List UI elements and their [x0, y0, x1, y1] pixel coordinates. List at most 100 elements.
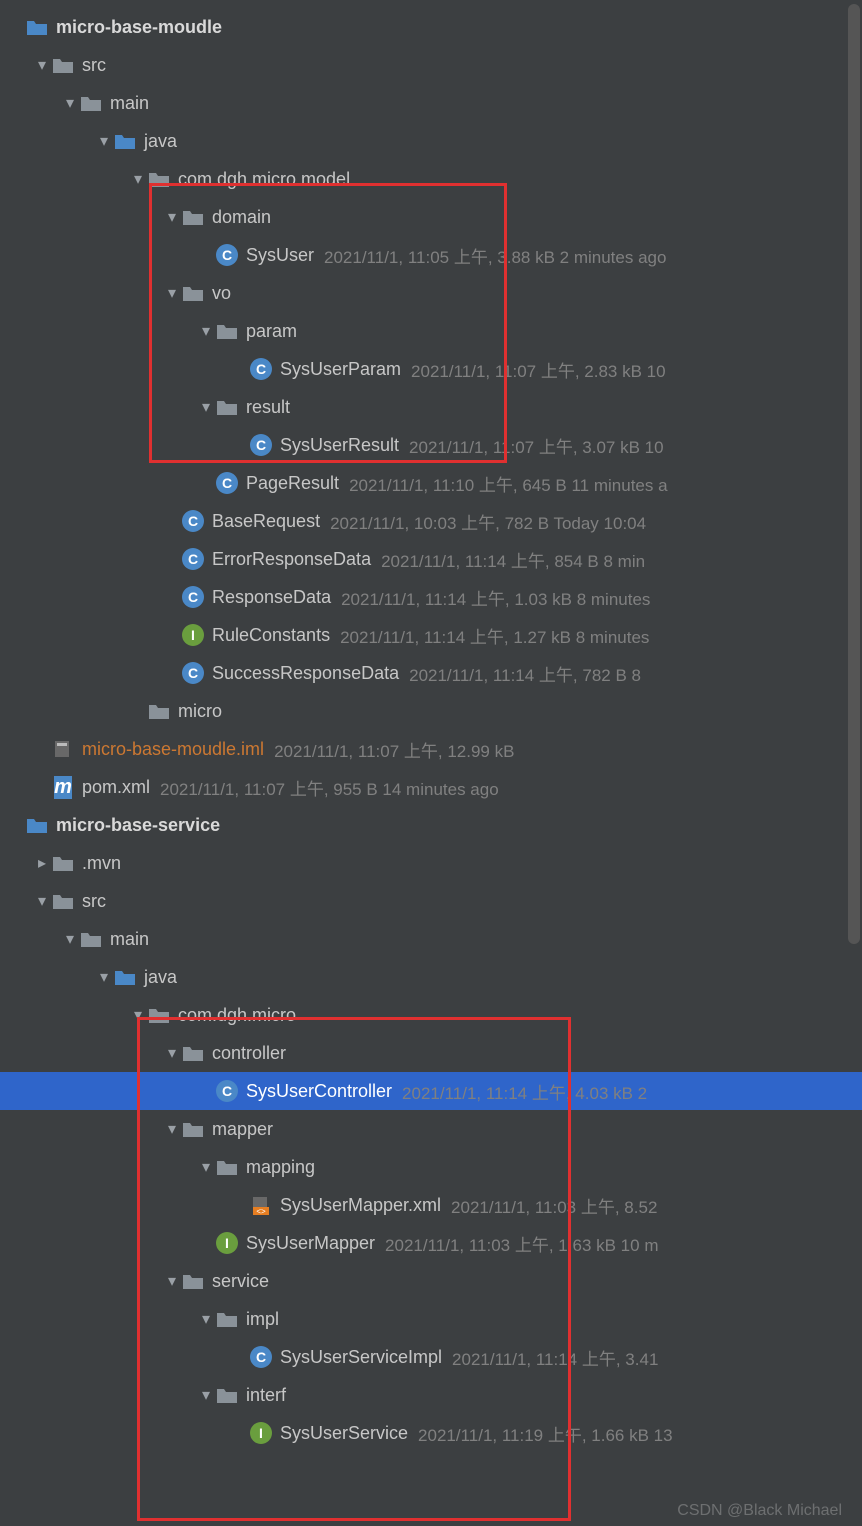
tree-row-sysuserserviceimpl[interactable]: CSysUserServiceImpl2021/11/1, 11:14 上午, …	[0, 1338, 862, 1376]
tree-row-com-dgh-micro[interactable]: com.dgh.micro	[0, 996, 862, 1034]
tree-item-label: interf	[246, 1385, 286, 1406]
file-meta: 2021/11/1, 10:03 上午, 782 B Today 10:04	[330, 509, 646, 534]
folder-icon	[216, 1156, 238, 1178]
class-icon: C	[216, 472, 238, 494]
folder-icon	[216, 1308, 238, 1330]
chevron-down-icon[interactable]	[196, 321, 216, 341]
folder-icon	[52, 852, 74, 874]
scrollbar[interactable]	[848, 4, 860, 944]
tree-item-label: main	[110, 929, 149, 950]
tree-row-pom-xml[interactable]: mpom.xml2021/11/1, 11:07 上午, 955 B 14 mi…	[0, 768, 862, 806]
folder-icon	[148, 1004, 170, 1026]
tree-row-service[interactable]: service	[0, 1262, 862, 1300]
tree-row-sysusercontroller[interactable]: CSysUserController2021/11/1, 11:14 上午, 4…	[0, 1072, 862, 1110]
chevron-down-icon[interactable]	[94, 131, 114, 151]
xml-file-icon: <>	[250, 1194, 272, 1216]
file-meta: 2021/11/1, 11:07 上午, 12.99 kB	[274, 737, 514, 762]
tree-row--mvn[interactable]: .mvn	[0, 844, 862, 882]
tree-row-vo[interactable]: vo	[0, 274, 862, 312]
tree-item-label: impl	[246, 1309, 279, 1330]
tree-row-ruleconstants[interactable]: IRuleConstants2021/11/1, 11:14 上午, 1.27 …	[0, 616, 862, 654]
chevron-down-icon[interactable]	[94, 967, 114, 987]
tree-row-sysuser[interactable]: C SysUser 2021/11/1, 11:05 上午, 3.88 kB 2 m…	[0, 236, 862, 274]
chevron-down-icon[interactable]	[196, 1157, 216, 1177]
tree-item-label: main	[110, 93, 149, 114]
tree-row-java[interactable]: java	[0, 122, 862, 160]
class-icon: C	[182, 510, 204, 532]
chevron-down-icon[interactable]	[162, 207, 182, 227]
tree-row-sysusermapper[interactable]: ISysUserMapper2021/11/1, 11:03 上午, 1.63 …	[0, 1224, 862, 1262]
tree-row-micro-base-service[interactable]: micro-base-service	[0, 806, 862, 844]
tree-row-controller[interactable]: controller	[0, 1034, 862, 1072]
file-meta: 2021/11/1, 11:19 上午, 1.66 kB 13	[418, 1421, 673, 1446]
tree-item-label: ErrorResponseData	[212, 549, 371, 570]
tree-row-micro[interactable]: micro	[0, 692, 862, 730]
project-tree[interactable]: micro-base-moudlesrcmainjavacom.dgh.micr…	[0, 0, 862, 1460]
tree-row-micro-base-moudle[interactable]: micro-base-moudle	[0, 8, 862, 46]
class-icon: C	[216, 244, 238, 266]
tree-row-interf[interactable]: interf	[0, 1376, 862, 1414]
tree-row-java[interactable]: java	[0, 958, 862, 996]
tree-row-pageresult[interactable]: CPageResult2021/11/1, 11:10 上午, 645 B 11…	[0, 464, 862, 502]
tree-row-impl[interactable]: impl	[0, 1300, 862, 1338]
tree-row-domain[interactable]: domain	[0, 198, 862, 236]
chevron-down-icon[interactable]	[60, 929, 80, 949]
tree-row-src[interactable]: src	[0, 46, 862, 84]
folder-icon	[182, 1042, 204, 1064]
file-meta: 2021/11/1, 11:05 上午, 3.88 kB 2 minutes a…	[324, 243, 666, 268]
tree-row-sysuserservice[interactable]: ISysUserService2021/11/1, 11:19 上午, 1.66…	[0, 1414, 862, 1452]
tree-row-main[interactable]: main	[0, 84, 862, 122]
tree-row-sysusermapper-xml[interactable]: <>SysUserMapper.xml2021/11/1, 11:03 上午, …	[0, 1186, 862, 1224]
folder-icon	[216, 320, 238, 342]
file-meta: 2021/11/1, 11:03 上午, 1.63 kB 10 m	[385, 1231, 658, 1256]
tree-row-responsedata[interactable]: CResponseData2021/11/1, 11:14 上午, 1.03 k…	[0, 578, 862, 616]
tree-row-sysuserparam[interactable]: CSysUserParam2021/11/1, 11:07 上午, 2.83 k…	[0, 350, 862, 388]
chevron-right-icon[interactable]	[32, 853, 52, 873]
tree-row-com-dgh-micro-model[interactable]: com.dgh.micro.model	[0, 160, 862, 198]
chevron-down-icon[interactable]	[162, 1119, 182, 1139]
tree-row-param[interactable]: param	[0, 312, 862, 350]
class-icon: C	[250, 434, 272, 456]
folder-icon	[52, 890, 74, 912]
tree-item-label: java	[144, 967, 177, 988]
chevron-down-icon[interactable]	[196, 1385, 216, 1405]
folder-icon	[52, 54, 74, 76]
tree-item-label: domain	[212, 207, 271, 228]
folder-icon	[216, 1384, 238, 1406]
chevron-down-icon[interactable]	[128, 1005, 148, 1025]
chevron-down-icon[interactable]	[128, 169, 148, 189]
iml-file-icon	[52, 738, 74, 760]
chevron-down-icon[interactable]	[32, 891, 52, 911]
svg-text:<>: <>	[256, 1207, 266, 1215]
tree-row-mapping[interactable]: mapping	[0, 1148, 862, 1186]
tree-row-errorresponsedata[interactable]: CErrorResponseData2021/11/1, 11:14 上午, 8…	[0, 540, 862, 578]
file-meta: 2021/11/1, 11:14 上午, 782 B 8	[409, 661, 641, 686]
folder-icon	[216, 396, 238, 418]
tree-row-result[interactable]: result	[0, 388, 862, 426]
tree-item-label: controller	[212, 1043, 286, 1064]
chevron-down-icon[interactable]	[196, 397, 216, 417]
tree-item-label: SysUser	[246, 245, 314, 266]
file-meta: 2021/11/1, 11:14 上午, 4.03 kB 2	[402, 1079, 647, 1104]
file-meta: 2021/11/1, 11:14 上午, 1.27 kB 8 minutes	[340, 623, 649, 648]
tree-item-label: micro-base-moudle	[56, 17, 222, 38]
tree-row-sysuserresult[interactable]: CSysUserResult2021/11/1, 11:07 上午, 3.07 …	[0, 426, 862, 464]
tree-item-label: .mvn	[82, 853, 121, 874]
tree-row-successresponsedata[interactable]: CSuccessResponseData2021/11/1, 11:14 上午,…	[0, 654, 862, 692]
tree-item-label: micro	[178, 701, 222, 722]
class-icon: C	[216, 1080, 238, 1102]
chevron-down-icon[interactable]	[162, 283, 182, 303]
folder-icon	[26, 16, 48, 38]
chevron-down-icon[interactable]	[32, 55, 52, 75]
chevron-down-icon[interactable]	[162, 1043, 182, 1063]
tree-row-src[interactable]: src	[0, 882, 862, 920]
chevron-down-icon[interactable]	[60, 93, 80, 113]
tree-item-label: result	[246, 397, 290, 418]
tree-row-main[interactable]: main	[0, 920, 862, 958]
tree-row-baserequest[interactable]: CBaseRequest2021/11/1, 10:03 上午, 782 B T…	[0, 502, 862, 540]
chevron-down-icon[interactable]	[196, 1309, 216, 1329]
chevron-down-icon[interactable]	[162, 1271, 182, 1291]
tree-row-mapper[interactable]: mapper	[0, 1110, 862, 1148]
tree-row-micro-base-moudle-iml[interactable]: micro-base-moudle.iml2021/11/1, 11:07 上午…	[0, 730, 862, 768]
folder-icon	[182, 1270, 204, 1292]
